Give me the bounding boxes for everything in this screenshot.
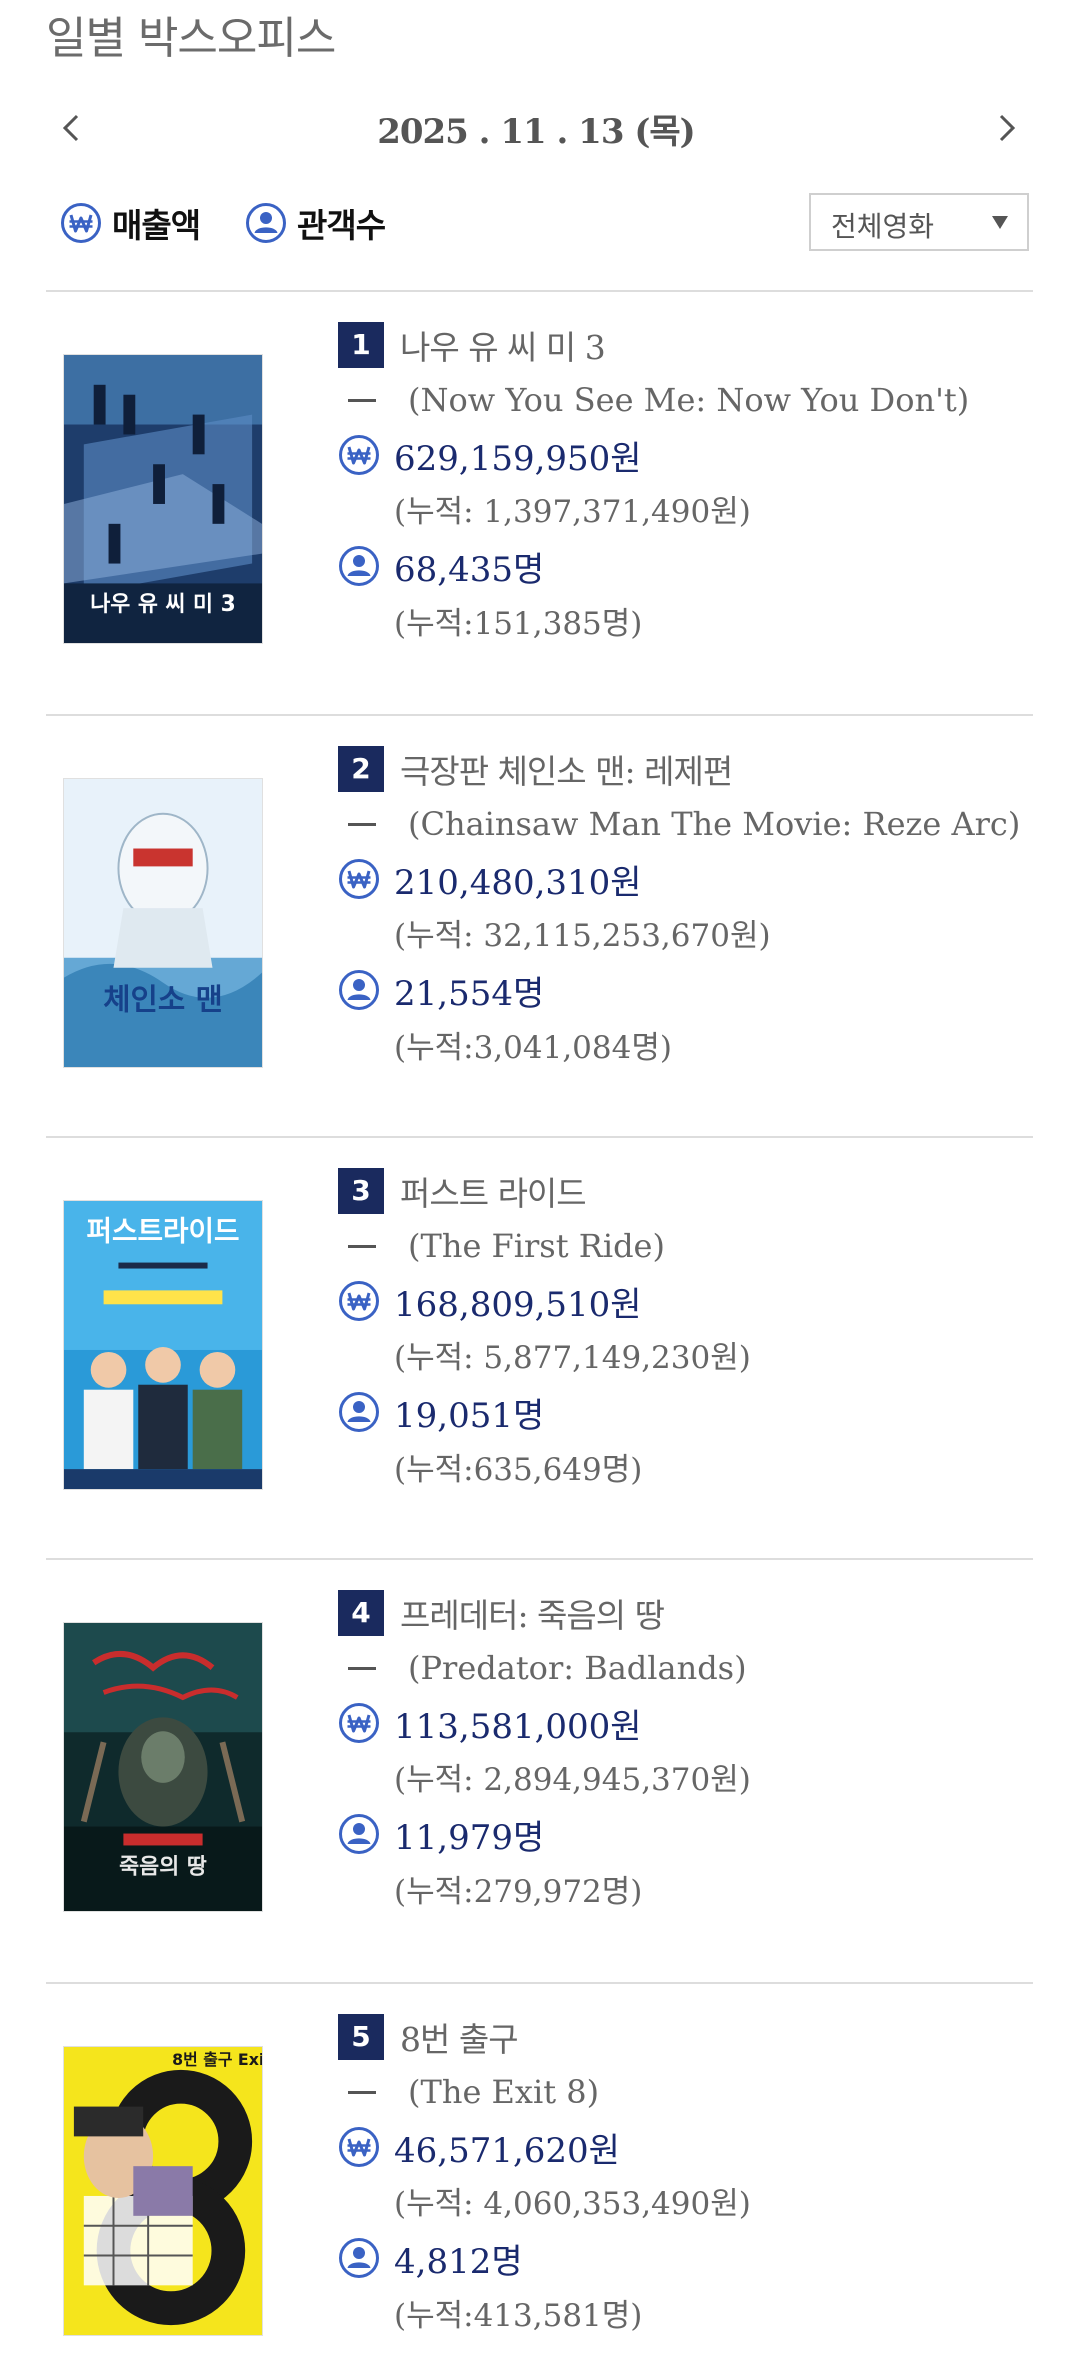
daily-sales: 629,159,950원 [394,438,642,479]
movie-title-en: (The Exit 8) [408,2073,600,2111]
won-icon [338,1280,380,1322]
rank-badge: 3 [338,1168,384,1214]
movie-filter-value: 전체영화 [831,210,935,243]
movie-item[interactable]: 나우 유 씨 미 3 1 나우 유 씨 미 3 (Now You See Me:… [46,292,1033,712]
daily-audience: 4,812명 [394,2241,523,2282]
daily-audience: 21,554명 [394,973,545,1014]
cumulative-audience: (누적:413,581명) [394,2298,643,2334]
movie-filter-select[interactable]: 전체영화 [809,193,1029,251]
movie-poster[interactable]: 죽음의 땅 [63,1622,263,1912]
cumulative-sales: (누적: 4,060,353,490원) [394,2186,751,2222]
daily-sales: 46,571,620원 [394,2130,620,2171]
user-icon [338,1391,380,1433]
movie-title[interactable]: 퍼스트 라이드 [400,1167,587,1215]
movie-title[interactable]: 나우 유 씨 미 3 [400,321,606,369]
won-icon [338,2126,380,2168]
poster-title: 8번 출구 Exit 8 [172,2050,262,2069]
movie-title-en: (Predator: Badlands) [408,1649,747,1687]
won-icon [338,858,380,900]
rank-badge: 2 [338,746,384,792]
daily-audience: 19,051명 [394,1395,545,1436]
poster-title: 퍼스트라이드 [87,1215,240,1248]
movie-title[interactable]: 프레데터: 죽음의 땅 [400,1589,665,1637]
cumulative-audience: (누적:3,041,084명) [394,1030,672,1066]
movie-poster[interactable]: 나우 유 씨 미 3 [63,354,263,644]
movie-title[interactable]: 8번 출구 [400,2013,519,2061]
audience-toggle[interactable]: 관객수 [245,199,386,247]
rank-change-none [348,822,376,826]
movie-poster[interactable]: 8번 출구 Exit 8 [63,2046,263,2336]
movie-item[interactable]: 8번 출구 Exit 8 5 8번 출구 (The Exit 8) 46,571… [46,1984,1033,2380]
movie-poster[interactable]: 체인소 맨 [63,778,263,1068]
rank-change-none [348,2090,376,2094]
user-icon [338,545,380,587]
cumulative-sales: (누적: 1,397,371,490원) [394,494,751,530]
sales-toggle[interactable]: 매출액 [60,199,201,247]
movie-item[interactable]: 죽음의 땅 4 프레데터: 죽음의 땅 (Predator: Badlands)… [46,1560,1033,1980]
won-icon [338,434,380,476]
filter-row: 매출액 관객수 전체영화 [60,193,1035,253]
won-icon [60,202,102,244]
movie-title-en: (Now You See Me: Now You Don't) [408,381,970,419]
cumulative-sales: (누적: 2,894,945,370원) [394,1762,751,1798]
movie-title-en: (Chainsaw Man The Movie: Reze Arc) [408,805,1021,843]
page-title: 일별 박스오피스 [46,13,336,64]
won-icon [338,1702,380,1744]
movie-item[interactable]: 퍼스트라이드 3 퍼스트 라이드 (The First Ride) 168,80… [46,1138,1033,1558]
rank-badge: 4 [338,1590,384,1636]
rank-change-none [348,1666,376,1670]
movie-item[interactable]: 체인소 맨 2 극장판 체인소 맨: 레제편 (Chainsaw Man The… [46,716,1033,1136]
user-icon [338,969,380,1011]
rank-change-none [348,1244,376,1248]
rank-change-none [348,398,376,402]
movie-poster[interactable]: 퍼스트라이드 [63,1200,263,1490]
cumulative-sales: (누적: 5,877,149,230원) [394,1340,751,1376]
sales-toggle-label: 매출액 [112,206,201,245]
daily-sales: 113,581,000원 [394,1706,642,1747]
rank-badge: 1 [338,322,384,368]
movie-title-en: (The First Ride) [408,1227,665,1265]
poster-title: 체인소 맨 [103,982,223,1017]
date-navigator: 2025 . 11 . 13 (목) [46,100,1026,160]
cumulative-audience: (누적:279,972명) [394,1874,643,1910]
rank-badge: 5 [338,2014,384,2060]
cumulative-audience: (누적:635,649명) [394,1452,643,1488]
cumulative-sales: (누적: 32,115,253,670원) [394,918,771,954]
user-icon [338,1813,380,1855]
date-label: 2025 . 11 . 13 (목) [377,112,696,152]
daily-audience: 11,979명 [394,1817,545,1858]
poster-title: 나우 유 씨 미 3 [90,592,236,617]
chevron-right-icon[interactable] [986,108,1026,148]
user-icon [245,202,287,244]
cumulative-audience: (누적:151,385명) [394,606,643,642]
user-icon [338,2237,380,2279]
daily-audience: 68,435명 [394,549,545,590]
daily-sales: 210,480,310원 [394,862,642,903]
movie-title[interactable]: 극장판 체인소 맨: 레제편 [400,745,733,793]
daily-sales: 168,809,510원 [394,1284,642,1325]
poster-title: 죽음의 땅 [119,1854,207,1879]
caret-down-icon [992,216,1008,229]
audience-toggle-label: 관객수 [297,206,386,245]
